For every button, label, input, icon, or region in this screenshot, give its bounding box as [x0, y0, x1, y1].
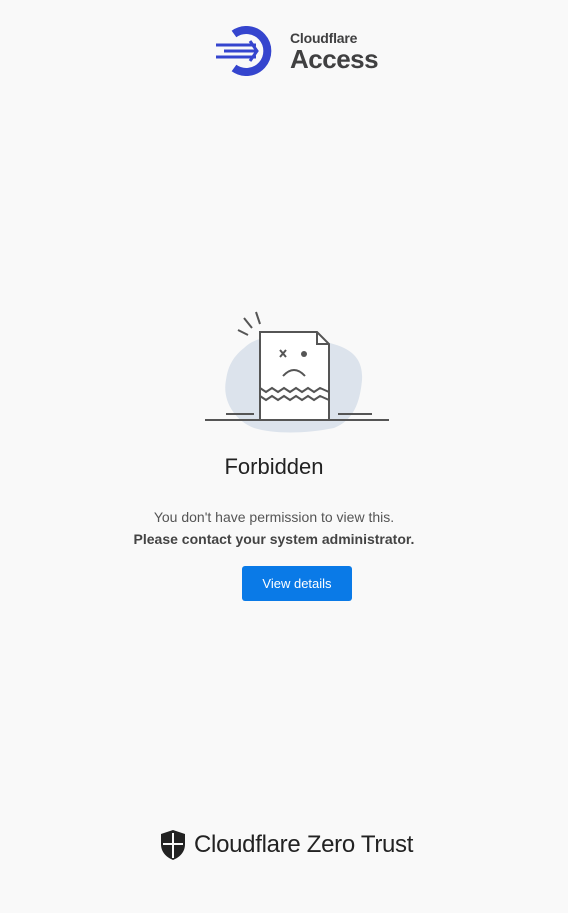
contact-admin-message: Please contact your system administrator… — [133, 531, 415, 547]
cloudflare-access-logo: Cloudflare Access — [214, 26, 384, 76]
logo-text: Cloudflare Access — [290, 29, 379, 74]
logo-brand-small: Cloudflare — [290, 29, 358, 46]
broken-document-illustration — [205, 311, 389, 433]
cloudflare-zero-trust-logo: Cloudflare Zero Trust — [160, 828, 413, 862]
error-message: You don't have permission to view this. … — [0, 506, 558, 550]
permission-message: You don't have permission to view this. — [153, 509, 395, 525]
zero-trust-shield-icon — [161, 830, 185, 860]
logo-brand-big: Access — [290, 43, 379, 74]
forbidden-page: Cloudflare Access Forbidden You don't ha… — [0, 0, 568, 913]
view-details-button[interactable]: View details — [242, 566, 352, 601]
page-title: Forbidden — [224, 454, 324, 479]
cloudflare-access-logo-icon — [216, 26, 272, 76]
footer-brand: Cloudflare Zero Trust — [194, 831, 414, 858]
